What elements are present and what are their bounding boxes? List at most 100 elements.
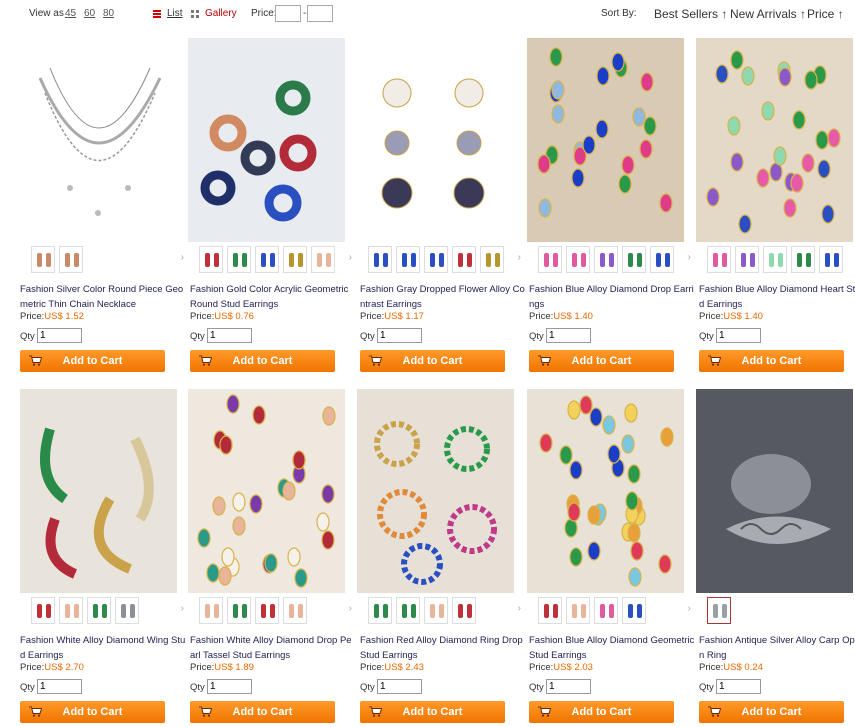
product-name-link[interactable]: Fashion Gray Dropped Flower Alloy Contra…: [360, 282, 526, 312]
product-thumbnail[interactable]: [566, 246, 590, 273]
product-thumbnail[interactable]: [538, 597, 562, 624]
add-to-cart-button[interactable]: Add to Cart: [360, 350, 505, 372]
sort-best-sellers[interactable]: Best Sellers ↑: [654, 7, 727, 21]
product-image[interactable]: [696, 38, 853, 242]
product-thumbnail[interactable]: [566, 597, 590, 624]
product-thumbnail[interactable]: [227, 246, 251, 273]
product-thumbnail[interactable]: [452, 246, 476, 273]
sort-new-arrivals[interactable]: New Arrivals ↑: [730, 7, 806, 21]
product-image[interactable]: [357, 389, 514, 593]
product-thumbnail[interactable]: [255, 597, 279, 624]
quantity-input[interactable]: [546, 328, 591, 343]
add-to-cart-button[interactable]: Add to Cart: [529, 701, 674, 723]
product-name-link[interactable]: Fashion Red Alloy Diamond Ring Drop Stud…: [360, 633, 526, 663]
chevron-right-icon[interactable]: ›: [181, 252, 184, 263]
quantity-input[interactable]: [207, 328, 252, 343]
product-name-link[interactable]: Fashion Blue Alloy Diamond Heart Stud Ea…: [699, 282, 855, 312]
quantity-input[interactable]: [377, 679, 422, 694]
product-thumbnail[interactable]: [763, 246, 787, 273]
product-image[interactable]: [20, 389, 177, 593]
add-to-cart-button[interactable]: Add to Cart: [20, 350, 165, 372]
product-thumbnail[interactable]: [368, 246, 392, 273]
product-thumbnail[interactable]: [87, 597, 111, 624]
product-name-link[interactable]: Fashion Antique Silver Alloy Carp Open R…: [699, 633, 855, 663]
view-45-link[interactable]: 45: [65, 8, 76, 19]
product-name-link[interactable]: Fashion Blue Alloy Diamond Drop Earrings: [529, 282, 695, 312]
price-min-input[interactable]: [275, 5, 301, 22]
list-view-link[interactable]: List: [167, 8, 183, 19]
product-thumbnail[interactable]: [227, 597, 251, 624]
quantity-input[interactable]: [716, 328, 761, 343]
product-name-link[interactable]: Fashion Blue Alloy Diamond Geometric Stu…: [529, 633, 695, 663]
product-thumbnail[interactable]: [199, 246, 223, 273]
product-image[interactable]: [357, 38, 514, 242]
product-thumbnail[interactable]: [283, 246, 307, 273]
product-thumbnail[interactable]: [424, 597, 448, 624]
product-name-link[interactable]: Fashion White Alloy Diamond Drop Pearl T…: [190, 633, 356, 663]
list-icon[interactable]: [153, 10, 161, 18]
quantity-input[interactable]: [716, 679, 761, 694]
chevron-right-icon[interactable]: ›: [349, 252, 352, 263]
product-thumbnail[interactable]: [622, 597, 646, 624]
product-thumbnail[interactable]: [594, 597, 618, 624]
product-thumbnails: ›: [538, 597, 695, 625]
chevron-right-icon[interactable]: ›: [688, 252, 691, 263]
product-name-link[interactable]: Fashion White Alloy Diamond Wing Stud Ea…: [20, 633, 186, 663]
product-thumbnail[interactable]: [480, 246, 504, 273]
chevron-right-icon[interactable]: ›: [518, 603, 521, 614]
chevron-right-icon[interactable]: ›: [518, 252, 521, 263]
chevron-right-icon[interactable]: ›: [688, 603, 691, 614]
product-thumbnail[interactable]: [311, 246, 335, 273]
product-thumbnail[interactable]: [59, 597, 83, 624]
product-thumbnail[interactable]: [396, 246, 420, 273]
sort-price[interactable]: Price ↑: [807, 7, 844, 21]
add-to-cart-button[interactable]: Add to Cart: [360, 701, 505, 723]
product-image[interactable]: [527, 389, 684, 593]
product-thumbnail[interactable]: [452, 597, 476, 624]
quantity-input[interactable]: [37, 328, 82, 343]
product-image[interactable]: [696, 389, 853, 593]
product-thumbnail[interactable]: [283, 597, 307, 624]
add-to-cart-button[interactable]: Add to Cart: [190, 350, 335, 372]
product-thumbnail[interactable]: [735, 246, 759, 273]
product-thumbnail[interactable]: [115, 597, 139, 624]
product-thumbnail[interactable]: [707, 597, 731, 624]
product-thumbnail[interactable]: [396, 597, 420, 624]
product-thumbnail[interactable]: [255, 246, 279, 273]
product-name-link[interactable]: Fashion Silver Color Round Piece Geometr…: [20, 282, 186, 312]
view-60-link[interactable]: 60: [84, 8, 95, 19]
product-thumbnail[interactable]: [594, 246, 618, 273]
chevron-right-icon[interactable]: ›: [181, 603, 184, 614]
price-max-input[interactable]: [307, 5, 333, 22]
product-image[interactable]: [188, 389, 345, 593]
add-to-cart-button[interactable]: Add to Cart: [190, 701, 335, 723]
product-thumbnail[interactable]: [791, 246, 815, 273]
quantity-input[interactable]: [37, 679, 82, 694]
product-thumbnail[interactable]: [538, 246, 562, 273]
product-thumbnail[interactable]: [622, 246, 646, 273]
quantity-input[interactable]: [207, 679, 252, 694]
product-thumbnail[interactable]: [650, 246, 674, 273]
add-to-cart-button[interactable]: Add to Cart: [699, 350, 844, 372]
quantity-input[interactable]: [546, 679, 591, 694]
chevron-right-icon[interactable]: ›: [349, 603, 352, 614]
product-name-link[interactable]: Fashion Gold Color Acrylic Geometric Rou…: [190, 282, 356, 312]
product-thumbnail[interactable]: [31, 597, 55, 624]
product-image[interactable]: [527, 38, 684, 242]
product-thumbnail[interactable]: [368, 597, 392, 624]
view-80-link[interactable]: 80: [103, 8, 114, 19]
gallery-icon[interactable]: [191, 10, 199, 18]
product-thumbnail[interactable]: [424, 246, 448, 273]
add-to-cart-button[interactable]: Add to Cart: [529, 350, 674, 372]
add-to-cart-button[interactable]: Add to Cart: [20, 701, 165, 723]
product-image[interactable]: [20, 38, 177, 242]
product-thumbnail[interactable]: [31, 246, 55, 273]
product-image[interactable]: [188, 38, 345, 242]
add-to-cart-button[interactable]: Add to Cart: [699, 701, 844, 723]
product-thumbnail[interactable]: [819, 246, 843, 273]
product-thumbnail[interactable]: [707, 246, 731, 273]
gallery-view-link[interactable]: Gallery: [205, 8, 237, 19]
product-thumbnail[interactable]: [59, 246, 83, 273]
product-thumbnail[interactable]: [199, 597, 223, 624]
quantity-input[interactable]: [377, 328, 422, 343]
